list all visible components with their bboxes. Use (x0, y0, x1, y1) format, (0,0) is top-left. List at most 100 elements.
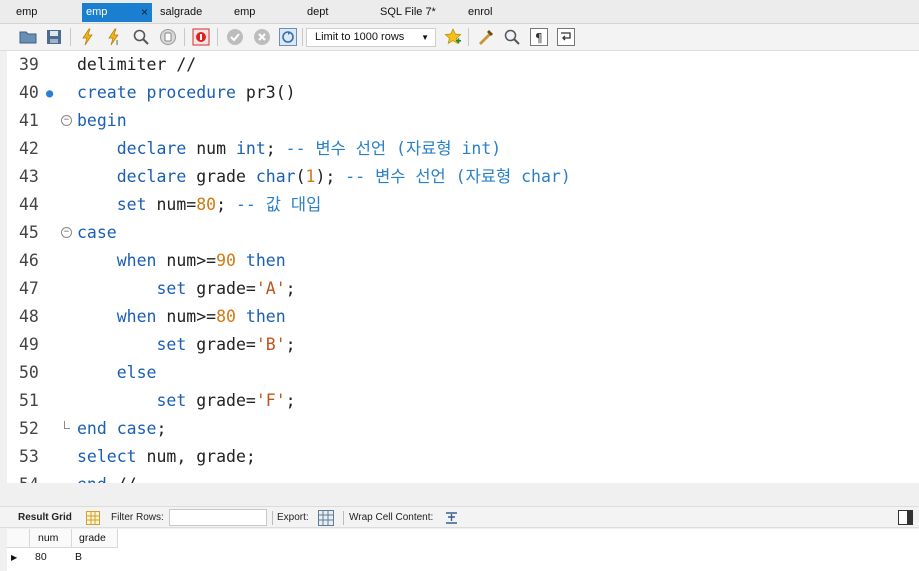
export-label: Export: (277, 512, 309, 523)
filter-rows-label: Filter Rows: (111, 512, 164, 523)
code-line[interactable]: 39 delimiter // (7, 51, 919, 79)
code-line[interactable]: 52 end case; (7, 415, 919, 443)
close-icon[interactable]: × (141, 3, 148, 22)
code-line[interactable]: 54 end // (7, 471, 919, 483)
sql-token: ); (315, 167, 346, 186)
code-text: declare num int; -- 변수 선언 (자료형 int) (77, 135, 501, 163)
cell-num[interactable]: 80 (35, 548, 71, 567)
sql-keyword: case (77, 223, 117, 242)
code-text: set grade='F'; (77, 387, 296, 415)
code-text: when num>=80 then (77, 303, 286, 331)
sql-token: grade= (186, 279, 256, 298)
result-grid-tab[interactable]: Result Grid (18, 507, 72, 529)
sql-token: grade= (186, 335, 256, 354)
sql-keyword: int (235, 139, 266, 158)
tab-dept[interactable]: dept (303, 3, 375, 22)
commit-icon[interactable] (226, 28, 244, 46)
tab-label: dept (307, 6, 329, 18)
sql-token: // (107, 475, 137, 483)
sql-keyword: char (255, 167, 296, 186)
tab-emp-2[interactable]: emp × (82, 3, 152, 22)
sql-keyword: end case (77, 419, 157, 438)
cell-grade[interactable]: B (75, 548, 115, 567)
toggle-error-icon[interactable] (192, 28, 210, 46)
code-line[interactable]: 47 set grade='A'; (7, 275, 919, 303)
column-header-num[interactable]: num (30, 529, 72, 548)
column-header-grade[interactable]: grade (72, 529, 118, 548)
fold-toggle-icon[interactable]: − (61, 227, 72, 238)
code-line[interactable]: 44 set num=80; -- 값 대입 (7, 191, 919, 219)
sql-keyword: create procedure (77, 83, 236, 102)
limit-rows-select[interactable]: Limit to 1000 rows ▼ (306, 28, 436, 47)
execute-icon[interactable] (79, 28, 97, 46)
code-text: delimiter // (77, 51, 196, 79)
code-line[interactable]: 53 select num, grade; (7, 443, 919, 471)
open-folder-icon[interactable] (19, 28, 37, 46)
code-line[interactable]: 50 else (7, 359, 919, 387)
invisible-chars-icon[interactable]: ¶ (530, 28, 548, 46)
sql-token: ; (285, 391, 296, 410)
sql-number: 1 (305, 167, 316, 186)
code-line[interactable]: 40 ● create procedure pr3() (7, 79, 919, 107)
tab-emp-1[interactable]: emp (12, 3, 82, 22)
code-text: set num=80; -- 값 대입 (77, 191, 322, 219)
line-number: 44 (19, 195, 39, 214)
stop-icon[interactable] (159, 28, 177, 46)
code-line[interactable]: 41 − begin (7, 107, 919, 135)
beautify-icon[interactable] (477, 28, 495, 46)
tab-emp-3[interactable]: emp (230, 3, 302, 22)
sql-token: num>= (156, 251, 217, 270)
toolbar-separator (302, 28, 303, 46)
dropdown-arrow-icon: ▼ (421, 33, 429, 42)
explain-icon[interactable] (132, 28, 150, 46)
find-icon[interactable] (503, 28, 521, 46)
wrap-lines-icon[interactable] (557, 28, 575, 46)
sql-token: ; (156, 419, 167, 438)
autocommit-icon[interactable] (279, 28, 297, 46)
editor-toolbar: I Limit to 1000 rows ▼ ¶ (0, 24, 919, 51)
toolbar-separator (343, 511, 344, 525)
sql-string: 'A' (255, 279, 286, 298)
tab-sql-file-7[interactable]: SQL File 7* (376, 3, 462, 22)
code-text: end // (77, 471, 137, 483)
fold-toggle-icon[interactable]: − (61, 115, 72, 126)
code-line[interactable]: 48 when num>=80 then (7, 303, 919, 331)
line-number: 42 (19, 139, 39, 158)
row-selected-arrow-icon: ▶ (11, 553, 18, 562)
sql-editor[interactable]: 54end //53select num, grade;52end case;5… (7, 51, 919, 483)
code-line[interactable]: 46 when num>=90 then (7, 247, 919, 275)
sql-comment: -- 변수 선언 (자료형 char) (345, 167, 571, 186)
tab-salgrade[interactable]: salgrade (156, 3, 228, 22)
sql-keyword: then (245, 307, 286, 326)
execute-current-icon[interactable]: I (105, 28, 123, 46)
toggle-panel-icon[interactable] (898, 510, 913, 525)
code-line[interactable]: 45 − case (7, 219, 919, 247)
tab-enrol[interactable]: enrol (464, 3, 536, 22)
line-number: 43 (19, 167, 39, 186)
bookmark-star-icon[interactable] (444, 28, 462, 46)
save-icon[interactable] (45, 28, 63, 46)
svg-text:I: I (116, 39, 118, 46)
wrap-cell-icon[interactable] (445, 511, 458, 525)
code-line[interactable]: 42 declare num int; -- 변수 선언 (자료형 int) (7, 135, 919, 163)
tab-label: salgrade (160, 6, 203, 18)
code-line[interactable]: 51 set grade='F'; (7, 387, 919, 415)
sql-token: ; (265, 139, 286, 158)
wrap-cell-label: Wrap Cell Content: (349, 512, 434, 523)
line-number: 48 (19, 307, 39, 326)
rollback-icon[interactable] (253, 28, 271, 46)
grid-icon[interactable] (86, 511, 100, 525)
filter-rows-input[interactable] (169, 509, 267, 526)
code-line[interactable]: 49 set grade='B'; (7, 331, 919, 359)
result-toolbar: Result Grid Filter Rows: Export: Wrap Ce… (0, 506, 919, 528)
sql-keyword: when (116, 251, 157, 270)
sql-token: ; (216, 195, 236, 214)
tab-label: SQL File 7* (380, 6, 436, 18)
line-number: 53 (19, 447, 39, 466)
export-icon[interactable] (318, 510, 334, 526)
code-line[interactable]: 43 declare grade char(1); -- 변수 선언 (자료형 … (7, 163, 919, 191)
